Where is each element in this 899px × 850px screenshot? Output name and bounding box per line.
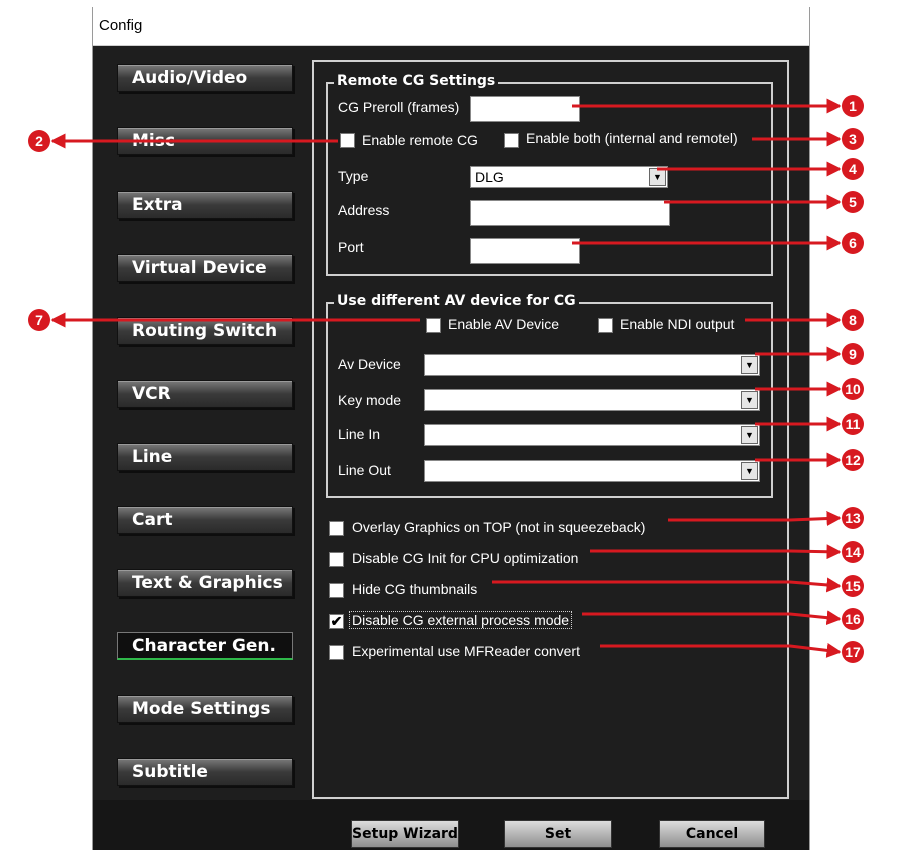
callout-4: 4 (842, 158, 864, 180)
callout-5: 5 (842, 191, 864, 213)
callout-14: 14 (842, 541, 864, 563)
arrow-14 (590, 544, 842, 560)
callout-8: 8 (842, 309, 864, 331)
arrow-16 (582, 610, 842, 626)
callout-3: 3 (842, 128, 864, 150)
callout-17: 17 (842, 641, 864, 663)
arrow-13 (668, 511, 842, 527)
annotation-arrows (50, 98, 842, 658)
callout-2: 2 (28, 130, 50, 152)
callout-9: 9 (842, 343, 864, 365)
callout-6: 6 (842, 232, 864, 254)
arrow-15 (492, 577, 842, 593)
callout-7: 7 (28, 309, 50, 331)
callout-16: 16 (842, 608, 864, 630)
callout-10: 10 (842, 378, 864, 400)
callout-1: 1 (842, 95, 864, 117)
callout-12: 12 (842, 449, 864, 471)
callout-13: 13 (842, 507, 864, 529)
arrow-17 (600, 642, 842, 658)
callout-15: 15 (842, 575, 864, 597)
callout-11: 11 (842, 413, 864, 435)
